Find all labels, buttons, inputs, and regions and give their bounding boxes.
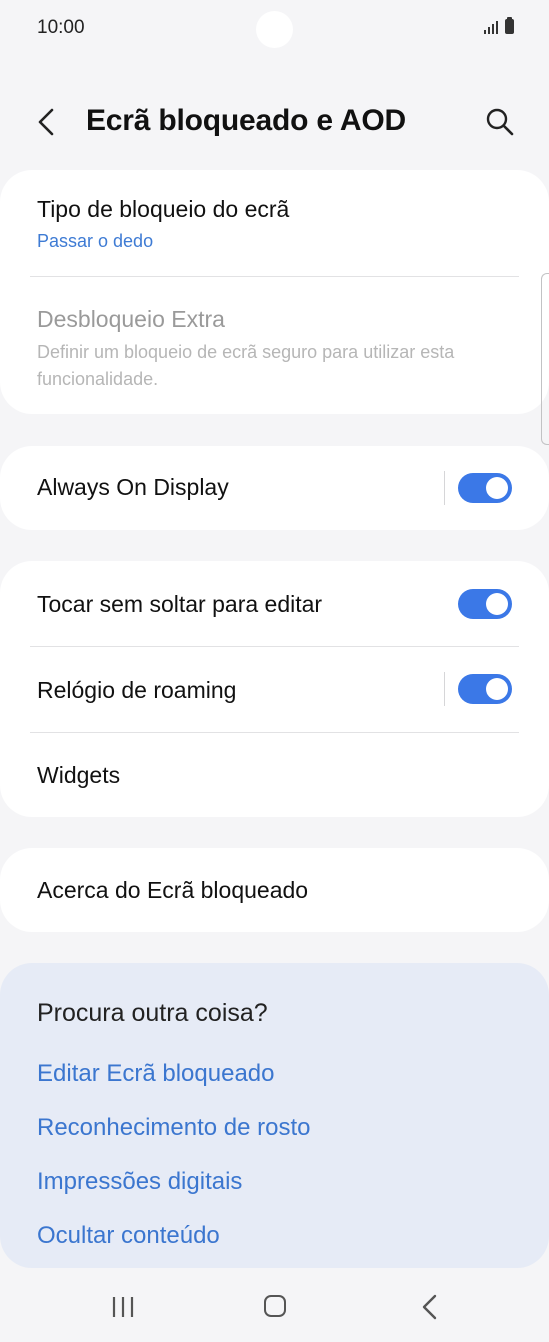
lock-settings-card: Tipo de bloqueio do ecrã Passar o dedo D… xyxy=(0,170,549,414)
suggestion-link-face-recognition[interactable]: Reconhecimento de rosto xyxy=(37,1114,311,1142)
status-icons xyxy=(484,17,514,34)
page-title: Ecrã bloqueado e AOD xyxy=(86,104,406,137)
app-header: Ecrã bloqueado e AOD xyxy=(0,90,549,154)
signal-icon xyxy=(484,21,498,34)
about-card: Acerca do Ecrã bloqueado xyxy=(0,848,549,932)
toggle-knob xyxy=(486,678,508,700)
recent-apps-icon[interactable] xyxy=(111,1296,135,1318)
touch-hold-edit-toggle[interactable] xyxy=(458,589,512,619)
roaming-clock-title: Relógio de roaming xyxy=(37,677,237,703)
touch-hold-edit-title: Tocar sem soltar para editar xyxy=(37,591,323,617)
about-lock-screen-item[interactable]: Acerca do Ecrã bloqueado xyxy=(37,877,512,904)
divider xyxy=(30,732,519,733)
status-bar: 10:00 xyxy=(0,0,549,60)
suggestion-link-hide-content[interactable]: Ocultar conteúdo xyxy=(37,1222,220,1250)
suggestion-link-edit-lock-screen[interactable]: Editar Ecrã bloqueado xyxy=(37,1060,275,1088)
vertical-separator xyxy=(444,471,445,505)
status-time: 10:00 xyxy=(37,17,85,38)
toggle-knob xyxy=(486,477,508,499)
vertical-separator xyxy=(444,672,445,706)
toggle-knob xyxy=(486,593,508,615)
roaming-clock-item[interactable]: Relógio de roaming xyxy=(37,677,512,704)
widgets-item[interactable]: Widgets xyxy=(37,762,512,789)
screen-lock-type-value: Passar o dedo xyxy=(37,231,154,251)
extra-unlock-description: Definir um bloqueio de ecrã seguro para … xyxy=(37,342,455,389)
options-card: Tocar sem soltar para editar Relógio de … xyxy=(0,561,549,817)
always-on-display-title: Always On Display xyxy=(37,474,229,500)
extra-unlock-title: Desbloqueio Extra xyxy=(37,306,225,332)
always-on-display-toggle[interactable] xyxy=(458,473,512,503)
nav-back-icon[interactable] xyxy=(420,1294,440,1320)
about-lock-screen-title: Acerca do Ecrã bloqueado xyxy=(37,877,309,903)
extra-unlock-item: Desbloqueio Extra Definir um bloqueio de… xyxy=(37,306,512,393)
suggestion-link-fingerprints[interactable]: Impressões digitais xyxy=(37,1168,242,1196)
roaming-clock-toggle[interactable] xyxy=(458,674,512,704)
aod-card: Always On Display xyxy=(0,446,549,530)
battery-icon xyxy=(505,17,514,34)
suggestions-card: Procura outra coisa? Editar Ecrã bloquea… xyxy=(0,963,549,1268)
widgets-title: Widgets xyxy=(37,762,121,788)
back-arrow-icon[interactable] xyxy=(32,106,62,138)
always-on-display-item[interactable]: Always On Display xyxy=(37,474,512,501)
home-icon[interactable] xyxy=(264,1295,286,1317)
search-icon[interactable] xyxy=(484,106,516,138)
navigation-bar xyxy=(0,1270,549,1342)
screen-lock-type-title: Tipo de bloqueio do ecrã xyxy=(37,196,290,222)
suggestions-title: Procura outra coisa? xyxy=(37,999,268,1027)
touch-hold-edit-item[interactable]: Tocar sem soltar para editar xyxy=(37,591,512,618)
camera-cutout xyxy=(256,11,293,48)
divider xyxy=(30,276,519,277)
scroll-handle[interactable] xyxy=(541,273,549,445)
screen-lock-type-item[interactable]: Tipo de bloqueio do ecrã Passar o dedo xyxy=(37,196,512,252)
divider xyxy=(30,646,519,647)
